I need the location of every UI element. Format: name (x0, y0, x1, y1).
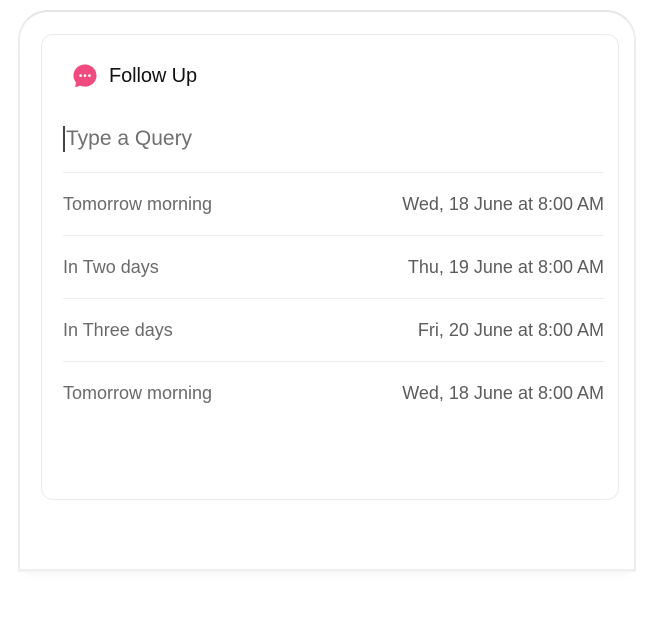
follow-up-panel: Follow Up Tomorrow morning Wed, 18 June … (41, 34, 619, 500)
panel-header: Follow Up (72, 62, 197, 90)
query-input[interactable] (66, 126, 466, 151)
option-date: Wed, 18 June at 8:00 AM (402, 383, 604, 403)
panel-title: Follow Up (109, 64, 198, 87)
chat-bubble-icon (72, 63, 98, 89)
option-date: Thu, 19 June at 8:00 AM (407, 256, 604, 277)
text-caret (63, 125, 65, 152)
option-in-three-days[interactable]: In Three days Fri, 20 June at 8:00 AM (63, 299, 604, 362)
option-label: In Two days (63, 256, 159, 277)
option-date: Fri, 20 June at 8:00 AM (417, 319, 604, 340)
option-tomorrow-morning[interactable]: Tomorrow morning Wed, 18 June at 8:00 AM (63, 173, 604, 236)
follow-up-options-list: Tomorrow morning Wed, 18 June at 8:00 AM… (63, 173, 604, 425)
option-in-two-days[interactable]: In Two days Thu, 19 June at 8:00 AM (63, 236, 604, 299)
query-field[interactable] (63, 123, 604, 173)
option-date: Wed, 18 June at 8:00 AM (402, 193, 604, 214)
option-label: Tomorrow morning (63, 193, 213, 214)
option-label: In Three days (63, 319, 173, 340)
option-tomorrow-morning-2[interactable]: Tomorrow morning Wed, 18 June at 8:00 AM (63, 362, 604, 425)
option-label: Tomorrow morning (63, 383, 213, 403)
